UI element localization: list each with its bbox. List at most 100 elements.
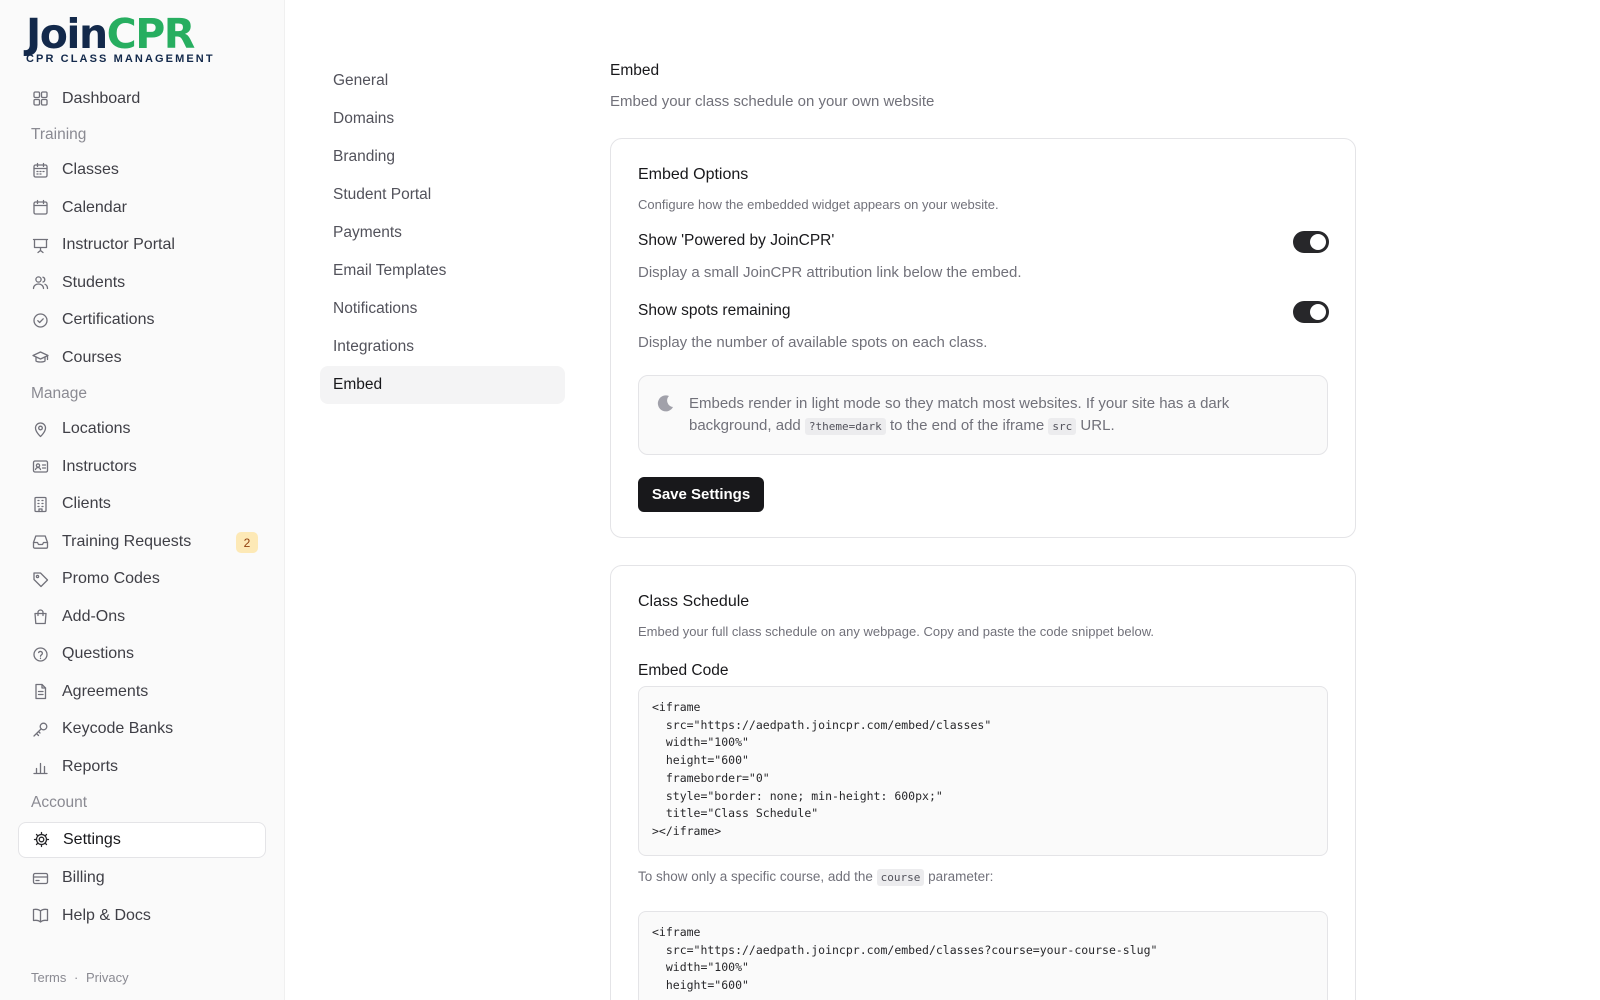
note-text: Embeds render in light mode so they matc… xyxy=(689,393,1289,438)
sidebar-item-agreements[interactable]: Agreements xyxy=(18,673,266,711)
moon-icon xyxy=(656,393,676,413)
sidebar-item-label: Certifications xyxy=(62,311,155,329)
check-circle-icon xyxy=(32,312,49,329)
settings-tab-email-templates[interactable]: Email Templates xyxy=(320,252,565,290)
embed-code-label: Embed Code xyxy=(638,662,729,679)
sidebar-item-label: Clients xyxy=(62,495,111,513)
sidebar-item-training-requests[interactable]: Training Requests 2 xyxy=(18,523,266,561)
sidebar-item-students[interactable]: Students xyxy=(18,264,266,302)
sidebar-item-certifications[interactable]: Certifications xyxy=(18,302,266,340)
privacy-link[interactable]: Privacy xyxy=(86,970,129,985)
page-description: Embed your class schedule on your own we… xyxy=(610,93,935,110)
note-text-2: to the end of the iframe xyxy=(885,417,1049,434)
sidebar-item-label: Training Requests xyxy=(62,532,192,550)
sidebar-item-help-docs[interactable]: Help & Docs xyxy=(18,897,266,935)
map-pin-icon xyxy=(32,421,49,438)
bar-chart-icon xyxy=(32,758,49,775)
sidebar-item-add-ons[interactable]: Add-Ons xyxy=(18,598,266,636)
course-note-text-2: parameter: xyxy=(924,869,994,884)
settings-tab-domains[interactable]: Domains xyxy=(320,100,565,138)
id-card-icon xyxy=(32,458,49,475)
sidebar-item-label: Dashboard xyxy=(62,89,141,107)
course-note-text-1: To show only a specific course, add the xyxy=(638,869,877,884)
sidebar-item-label: Keycode Banks xyxy=(62,720,174,738)
course-code: course xyxy=(876,869,925,886)
sidebar-item-settings[interactable]: Settings xyxy=(18,821,266,858)
sidebar-item-label: Promo Codes xyxy=(62,570,160,588)
spots-remaining-toggle[interactable] xyxy=(1293,301,1329,323)
sidebar-item-promo-codes[interactable]: Promo Codes xyxy=(18,561,266,599)
credit-card-icon xyxy=(32,870,49,887)
course-param-note: To show only a specific course, add the … xyxy=(638,869,994,886)
sidebar-item-label: Help & Docs xyxy=(62,906,151,924)
sidebar-item-label: Add-Ons xyxy=(62,607,126,625)
embed-code-block[interactable]: <iframe src="https://aedpath.joincpr.com… xyxy=(638,686,1328,856)
nav-section-account: Account xyxy=(31,793,88,811)
footer-separator: · xyxy=(74,970,79,985)
sidebar-item-dashboard[interactable]: Dashboard xyxy=(18,80,266,118)
settings-tab-general[interactable]: General xyxy=(320,62,565,100)
sidebar-item-label: Instructors xyxy=(62,457,137,475)
sidebar-item-label: Agreements xyxy=(62,682,149,700)
sidebar-item-label: Reports xyxy=(62,757,119,775)
dark-mode-note: Embeds render in light mode so they matc… xyxy=(638,375,1328,455)
sidebar-item-questions[interactable]: Questions xyxy=(18,636,266,674)
sidebar-nav: Dashboard Training Classes Calendar Instruct… xyxy=(18,80,266,935)
save-settings-button[interactable]: Save Settings xyxy=(638,477,764,512)
terms-link[interactable]: Terms xyxy=(31,970,66,985)
main-content: Embed Embed your class schedule on your … xyxy=(610,62,1356,1000)
sidebar-item-billing[interactable]: Billing xyxy=(18,860,266,898)
sidebar-item-label: Questions xyxy=(62,645,135,663)
embed-options-description: Configure how the embedded widget appear… xyxy=(638,197,999,212)
sidebar-item-label: Settings xyxy=(63,830,121,848)
inbox-icon xyxy=(32,533,49,550)
logo[interactable]: JoinCPR CPR CLASS MANAGEMENT xyxy=(26,12,215,65)
sidebar-item-label: Students xyxy=(62,273,126,291)
settings-tab-notifications[interactable]: Notifications xyxy=(320,290,565,328)
calendar-days-icon xyxy=(32,162,49,179)
powered-by-toggle[interactable] xyxy=(1293,231,1329,253)
calendar-icon xyxy=(32,199,49,216)
sidebar-item-locations[interactable]: Locations xyxy=(18,411,266,449)
users-icon xyxy=(32,274,49,291)
nav-section-manage: Manage xyxy=(31,384,88,402)
sidebar-item-keycode-banks[interactable]: Keycode Banks xyxy=(18,711,266,749)
class-schedule-title: Class Schedule xyxy=(638,593,750,610)
building-icon xyxy=(32,496,49,513)
settings-tab-integrations[interactable]: Integrations xyxy=(320,328,565,366)
embed-options-card: Embed Options Configure how the embedded… xyxy=(610,138,1356,538)
sidebar-item-reports[interactable]: Reports xyxy=(18,748,266,786)
gear-icon xyxy=(33,831,50,848)
note-text-3: URL. xyxy=(1076,417,1115,434)
logo-tagline: CPR CLASS MANAGEMENT xyxy=(26,53,215,65)
class-schedule-card: Class Schedule Embed your full class sch… xyxy=(610,565,1356,1000)
class-schedule-description: Embed your full class schedule on any we… xyxy=(638,624,1155,639)
page-title: Embed xyxy=(610,62,660,79)
sidebar-item-clients[interactable]: Clients xyxy=(18,486,266,524)
sidebar-item-calendar[interactable]: Calendar xyxy=(18,189,266,227)
book-icon xyxy=(32,907,49,924)
settings-tab-embed[interactable]: Embed xyxy=(320,366,565,404)
nav-section-training: Training xyxy=(31,125,87,143)
powered-by-description: Display a small JoinCPR attribution link… xyxy=(638,264,1022,281)
sidebar-item-instructor-portal[interactable]: Instructor Portal xyxy=(18,227,266,265)
help-circle-icon xyxy=(32,646,49,663)
settings-tab-payments[interactable]: Payments xyxy=(320,214,565,252)
count-badge: 2 xyxy=(236,532,258,553)
sidebar-item-label: Locations xyxy=(62,420,131,438)
sidebar-item-instructors[interactable]: Instructors xyxy=(18,448,266,486)
logo-text-join: Join xyxy=(26,10,108,58)
sidebar-item-classes[interactable]: Classes xyxy=(18,152,266,190)
course-embed-code-block[interactable]: <iframe src="https://aedpath.joincpr.com… xyxy=(638,911,1328,1000)
sidebar: JoinCPR CPR CLASS MANAGEMENT Dashboard Tr… xyxy=(0,0,285,1000)
grid-icon xyxy=(32,90,49,107)
sidebar-footer: Terms · Privacy xyxy=(31,970,133,985)
settings-tab-student-portal[interactable]: Student Portal xyxy=(320,176,565,214)
sidebar-item-courses[interactable]: Courses xyxy=(18,339,266,377)
shopping-bag-icon xyxy=(32,608,49,625)
sidebar-item-label: Billing xyxy=(62,869,105,887)
settings-tab-branding[interactable]: Branding xyxy=(320,138,565,176)
spots-remaining-label: Show spots remaining xyxy=(638,302,791,319)
sidebar-item-label: Classes xyxy=(62,161,119,179)
spots-remaining-description: Display the number of available spots on… xyxy=(638,334,988,351)
